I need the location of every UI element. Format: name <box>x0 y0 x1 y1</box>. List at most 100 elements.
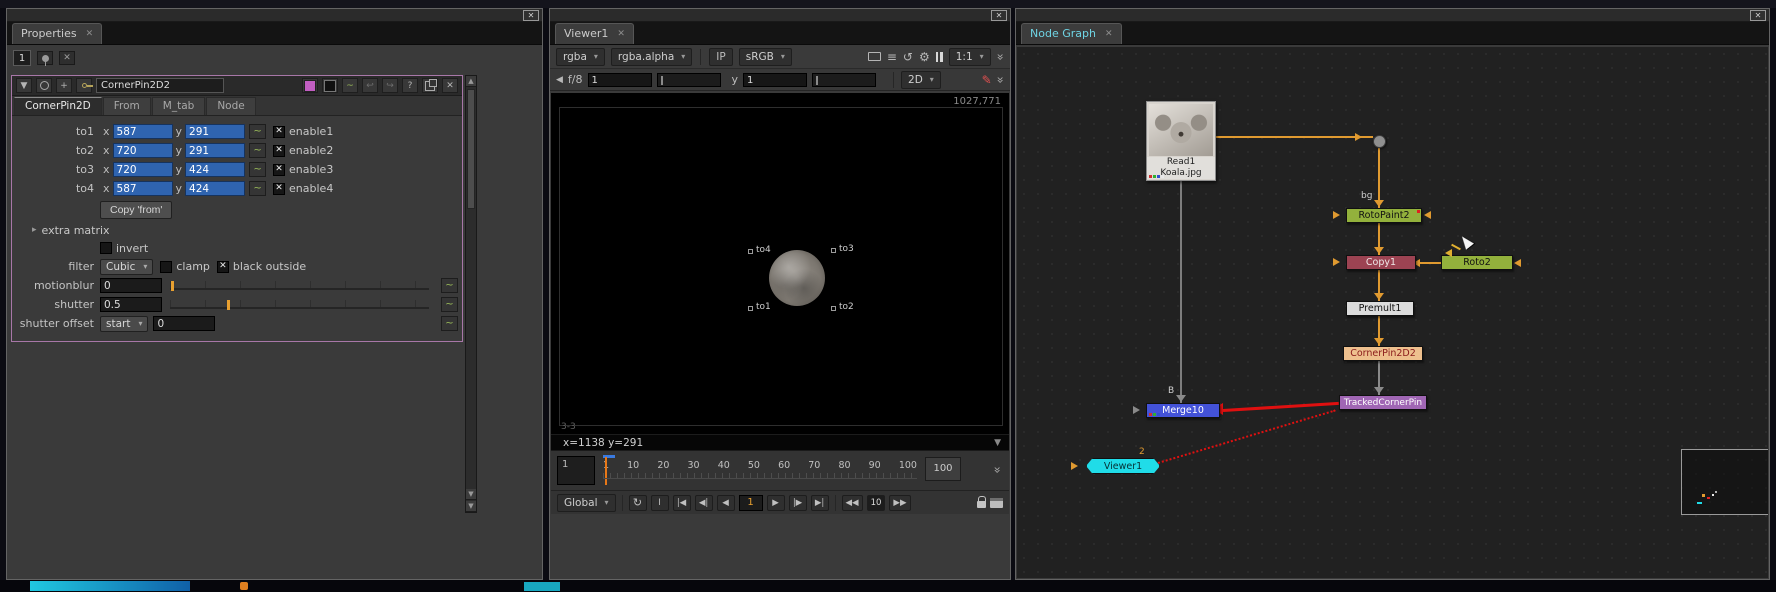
scroll-down-icon[interactable]: ▼ <box>466 501 476 512</box>
help-icon[interactable]: ? <box>402 78 418 93</box>
cornerpin-handle-to1[interactable] <box>748 306 753 311</box>
cornerpin-handle-to2[interactable] <box>831 306 836 311</box>
shutter-slider[interactable] <box>170 300 429 309</box>
range-end-box[interactable]: 100 <box>925 457 961 481</box>
tab-viewer1[interactable]: Viewer1 ✕ <box>555 23 634 44</box>
input-process-button[interactable]: IP <box>709 48 732 66</box>
node-graph-canvas[interactable]: bg B 2 Read1 Koala.jpg <box>1017 47 1768 578</box>
to2-curve-icon[interactable]: ~ <box>249 143 266 158</box>
tab-node[interactable]: Node <box>206 97 255 115</box>
enable1-checkbox[interactable]: ✕ <box>273 126 285 138</box>
tab-viewer1-close-icon[interactable]: ✕ <box>617 29 625 39</box>
timeline-chevrons-icon[interactable]: » <box>990 466 1004 473</box>
node-cornerpin2d2[interactable]: CornerPin2D2 <box>1343 346 1423 361</box>
expand-icon[interactable]: ▸ <box>32 225 37 235</box>
filter-dropdown[interactable]: Cubic ▾ <box>100 259 153 275</box>
skip-forward-button[interactable]: ▶▶ <box>889 495 910 511</box>
shutter-input[interactable]: 0.5 <box>100 297 162 312</box>
scrollbar-thumb[interactable] <box>467 89 475 209</box>
to3-curve-icon[interactable]: ~ <box>249 162 266 177</box>
node-roto2[interactable]: Roto2 <box>1441 255 1513 270</box>
to1-curve-icon[interactable]: ~ <box>249 124 266 139</box>
to3-x-input[interactable]: 720 <box>113 162 173 177</box>
black-outside-checkbox[interactable]: ✕ <box>217 261 229 273</box>
to4-y-input[interactable]: 424 <box>185 181 245 196</box>
step-back-button[interactable]: ◀| <box>695 495 713 511</box>
enable4-checkbox[interactable]: ✕ <box>273 183 285 195</box>
motionblur-input[interactable]: 0 <box>100 278 162 293</box>
pin-icon[interactable] <box>37 51 53 65</box>
tab-node-graph[interactable]: Node Graph ✕ <box>1021 23 1122 44</box>
shutter-offset-dropdown[interactable]: start ▾ <box>100 316 148 332</box>
gain-slider[interactable] <box>657 73 721 87</box>
taskbar-item[interactable] <box>524 582 560 591</box>
float-panel-icon[interactable] <box>422 78 438 93</box>
frame-range-lock-icon[interactable]: I <box>651 495 669 511</box>
scroll-up-icon[interactable]: ▲ <box>466 76 476 87</box>
viewer-window-close-icon[interactable]: ✕ <box>991 10 1007 21</box>
cornerpin-handle-to4[interactable] <box>748 249 753 254</box>
to1-y-input[interactable]: 291 <box>185 124 245 139</box>
redo-icon[interactable]: ↪ <box>382 78 398 93</box>
slider-handle[interactable] <box>227 300 230 310</box>
frame-range-mode-dropdown[interactable]: Global▾ <box>557 494 616 512</box>
prev-icon[interactable]: ◀ <box>556 75 563 85</box>
close-panel-icon[interactable]: ✕ <box>442 78 458 93</box>
skip-increment-box[interactable]: 10 <box>867 495 886 511</box>
play-forward-button[interactable]: ▶ <box>767 495 785 511</box>
shutter-offset-curve-icon[interactable]: ~ <box>441 316 458 331</box>
gain-input[interactable]: 1 <box>588 73 652 87</box>
to2-x-input[interactable]: 720 <box>113 143 173 158</box>
shutter-offset-input[interactable]: 0 <box>153 316 215 331</box>
channels-dropdown[interactable]: rgba▾ <box>556 48 605 66</box>
to4-curve-icon[interactable]: ~ <box>249 181 266 196</box>
motionblur-slider[interactable] <box>170 281 429 290</box>
to2-y-input[interactable]: 291 <box>185 143 245 158</box>
tab-properties-close-icon[interactable]: ✕ <box>86 29 94 39</box>
collapse-panel-icon[interactable]: ▼ <box>16 78 32 93</box>
current-frame-input[interactable]: 1 <box>557 456 595 485</box>
layer-dropdown[interactable]: rgba.alpha▾ <box>611 48 692 66</box>
node-name-field[interactable]: CornerPin2D2 <box>96 78 224 93</box>
scroll-down-icon[interactable]: ▼ <box>466 489 476 500</box>
more-tools-chevrons-icon[interactable]: » <box>993 53 1007 60</box>
clamp-checkbox[interactable] <box>160 261 172 273</box>
loop-mode-icon[interactable]: ↻ <box>629 495 647 511</box>
slider-handle[interactable] <box>171 281 174 291</box>
monitor-output-icon[interactable] <box>868 52 881 61</box>
view-mode-dropdown[interactable]: 2D▾ <box>901 71 941 89</box>
render-flipbook-icon[interactable] <box>990 498 1003 508</box>
tab-properties[interactable]: Properties ✕ <box>12 23 102 44</box>
taskbar-item[interactable] <box>240 582 248 590</box>
node-merge10[interactable]: Merge10 <box>1146 403 1220 418</box>
clear-all-panels-icon[interactable]: ✕ <box>59 51 75 65</box>
node-graph-window-close-icon[interactable]: ✕ <box>1750 10 1766 21</box>
motionblur-curve-icon[interactable]: ~ <box>441 278 458 293</box>
refresh-icon[interactable]: ↺ <box>903 50 913 64</box>
node-premult1[interactable]: Premult1 <box>1346 301 1414 316</box>
to1-x-input[interactable]: 587 <box>113 124 173 139</box>
lock-icon[interactable] <box>977 501 986 508</box>
colorspace-dropdown[interactable]: sRGB▾ <box>739 48 792 66</box>
gamma-input[interactable]: 1 <box>743 73 807 87</box>
center-node-icon[interactable]: + <box>56 78 72 93</box>
step-forward-button[interactable]: |▶ <box>789 495 807 511</box>
node-copy1[interactable]: Copy1 <box>1346 255 1416 270</box>
enable2-checkbox[interactable]: ✕ <box>273 145 285 157</box>
node-color-icon[interactable] <box>36 78 52 93</box>
gl-color-swatch[interactable] <box>322 78 338 93</box>
gamma-slider[interactable] <box>812 73 876 87</box>
node-read1[interactable]: Read1 Koala.jpg <box>1146 101 1216 181</box>
to3-y-input[interactable]: 424 <box>185 162 245 177</box>
tab-cornerpin2d[interactable]: CornerPin2D <box>14 97 102 115</box>
cornerpin-handle-to3[interactable] <box>831 248 836 253</box>
properties-scrollbar[interactable]: ▲ ▼ ▼ <box>465 75 477 513</box>
node-graph-minimap[interactable] <box>1681 449 1768 515</box>
settings-gear-icon[interactable]: ⚙ <box>919 50 930 64</box>
go-to-start-button[interactable]: |◀ <box>673 495 691 511</box>
copy-from-button[interactable]: Copy 'from' <box>100 201 172 219</box>
node-dot[interactable] <box>1373 135 1386 148</box>
node-viewer1[interactable]: Viewer1 <box>1086 458 1160 474</box>
to4-x-input[interactable]: 587 <box>113 181 173 196</box>
roi-pencil-icon[interactable]: ✎ <box>982 73 992 87</box>
